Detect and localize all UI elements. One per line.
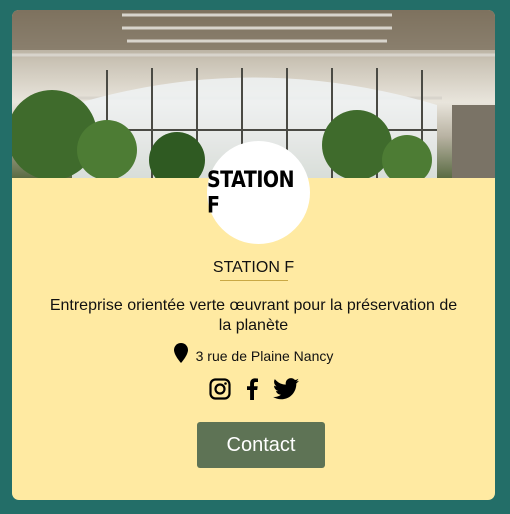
company-name: STATION F bbox=[212, 259, 295, 276]
address: 3 rue de Plaine Nancy bbox=[12, 343, 495, 368]
location-pin-icon bbox=[173, 343, 188, 368]
address-text: 3 rue de Plaine Nancy bbox=[195, 347, 334, 364]
company-card: STATION F STATION F Entreprise orientée … bbox=[12, 10, 495, 500]
company-logo: STATION F bbox=[207, 141, 310, 244]
company-description: Entreprise orientée verte œuvrant pour l… bbox=[49, 297, 458, 334]
instagram-icon[interactable] bbox=[208, 378, 231, 400]
social-links bbox=[12, 378, 495, 400]
name-divider bbox=[220, 280, 288, 281]
facebook-icon[interactable] bbox=[245, 378, 259, 400]
contact-button[interactable]: Contact bbox=[197, 422, 325, 468]
logo-text: STATION F bbox=[207, 167, 294, 218]
twitter-icon[interactable] bbox=[272, 378, 299, 400]
